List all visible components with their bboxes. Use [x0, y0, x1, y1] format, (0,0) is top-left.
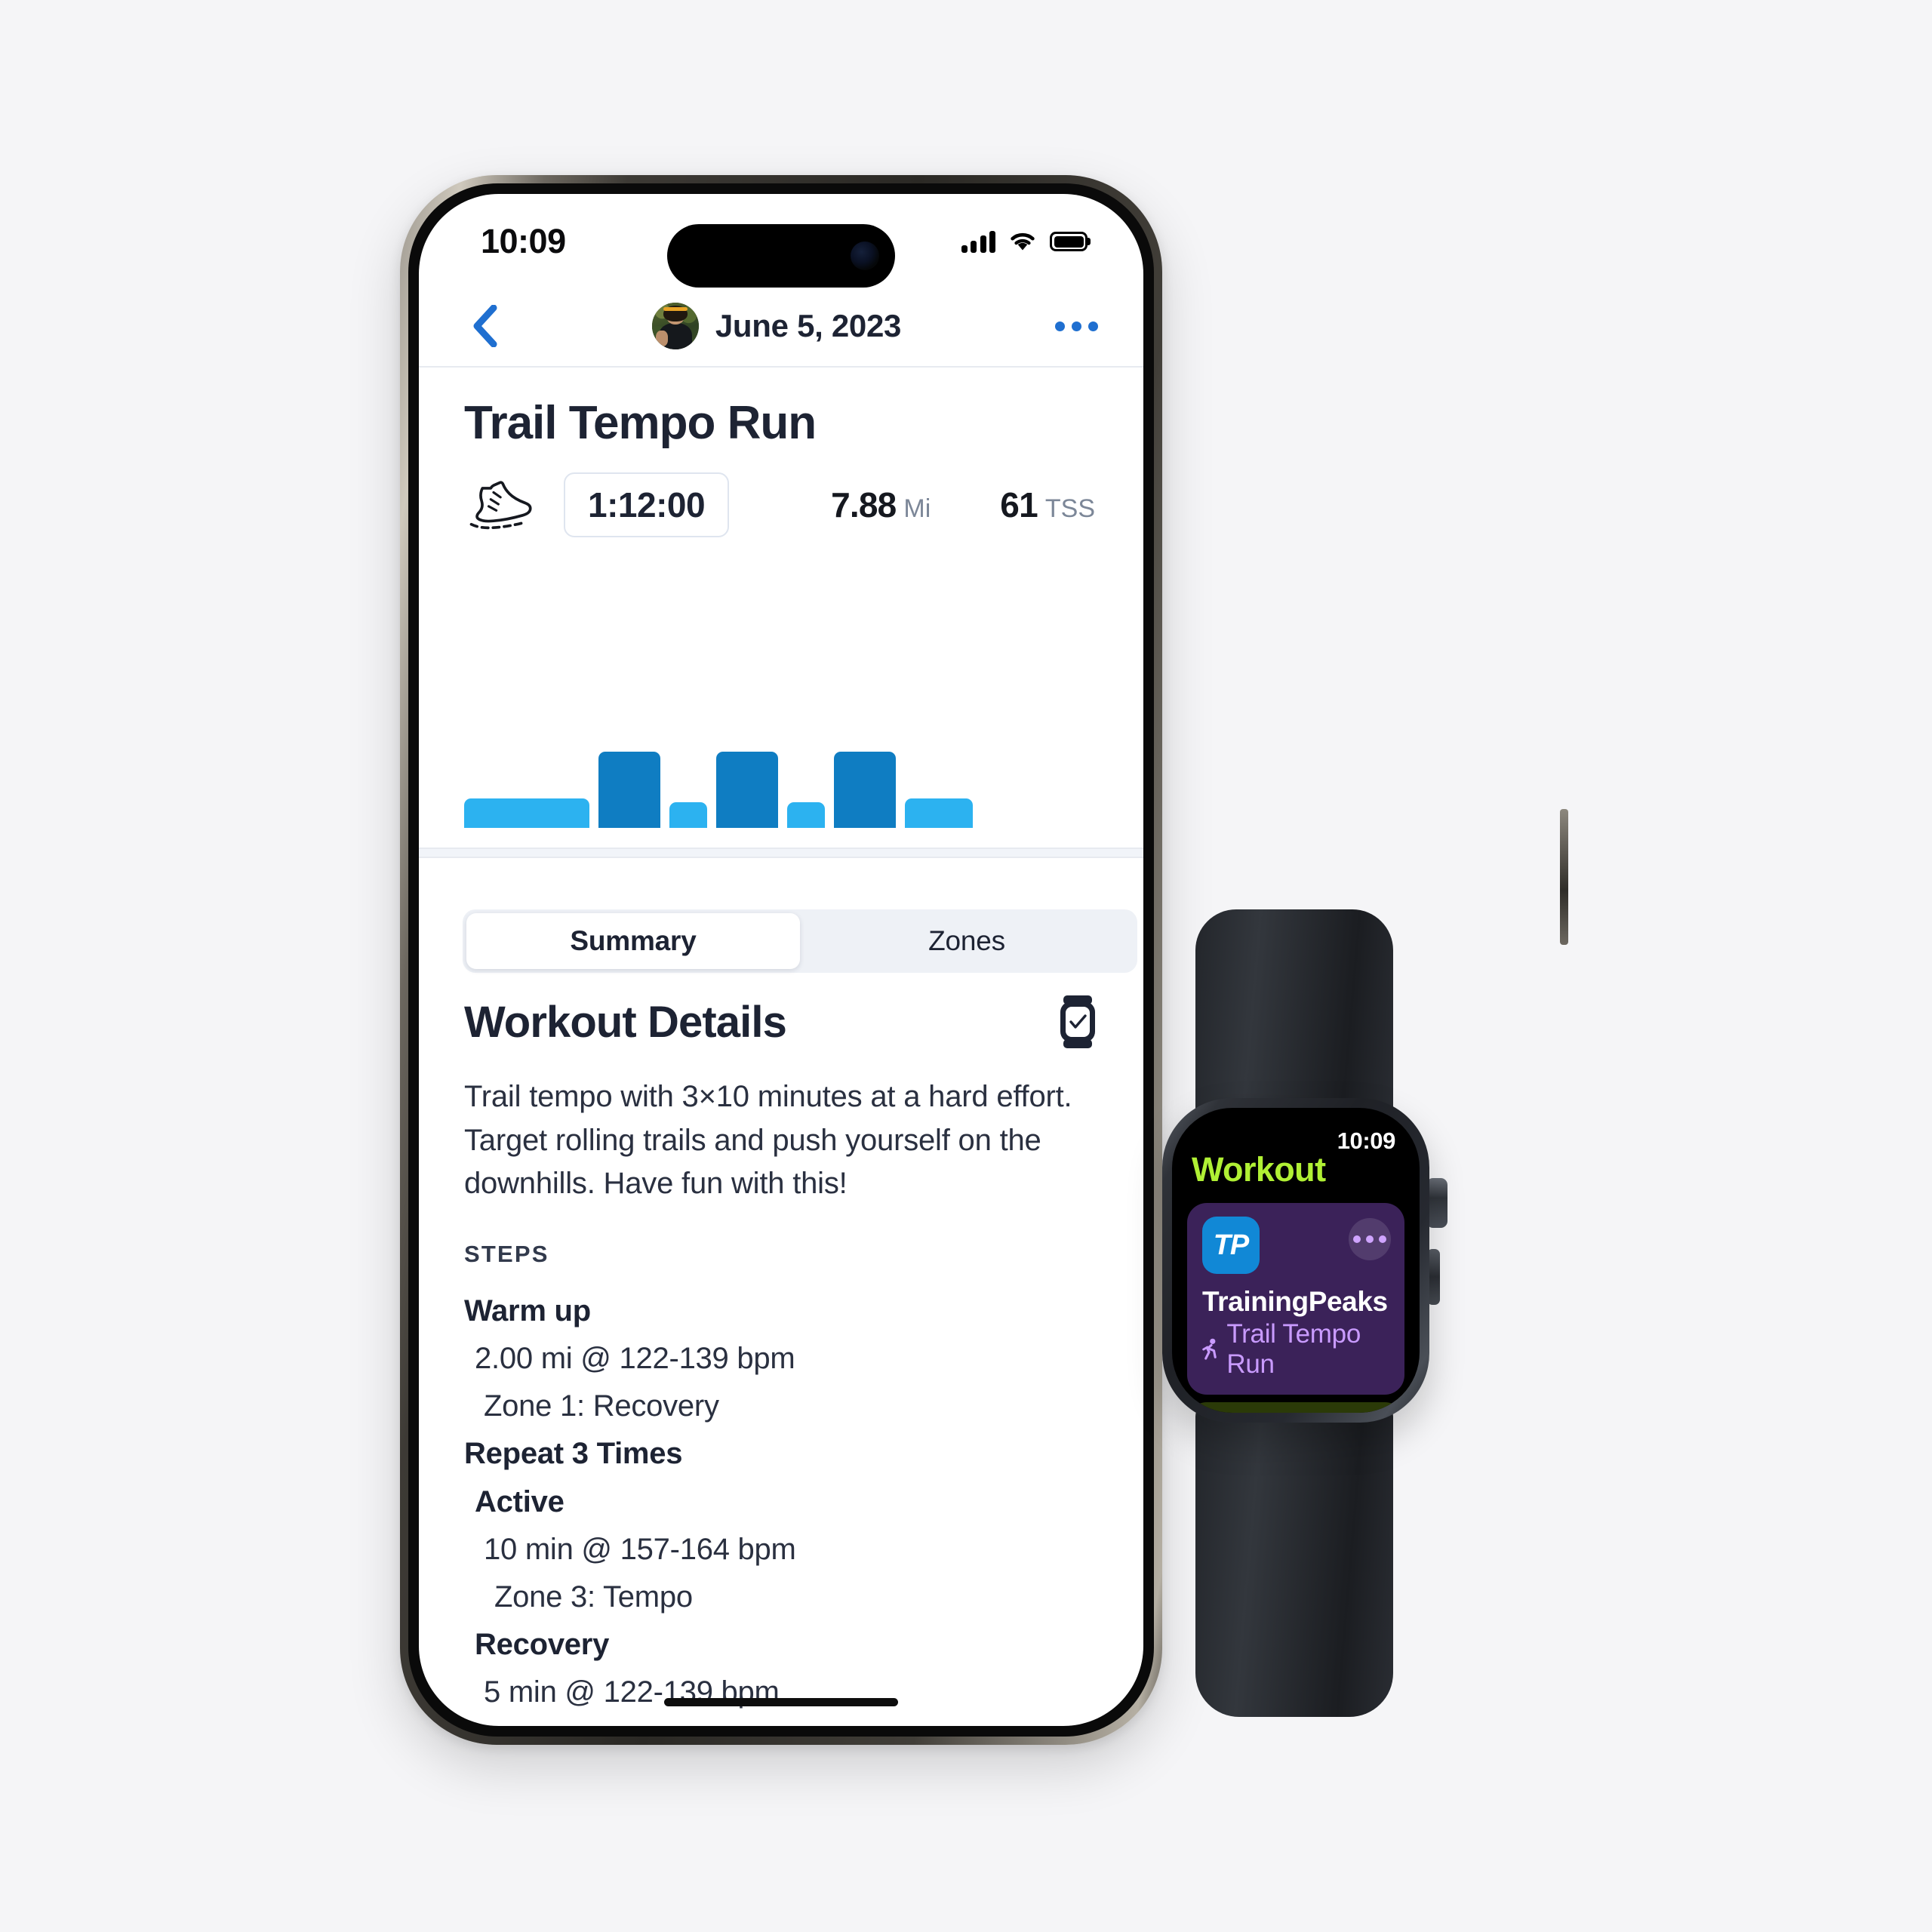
- distance-value: 7.88: [831, 485, 897, 525]
- section-divider: [419, 848, 1143, 858]
- navigation-bar: June 5, 2023: [419, 286, 1143, 368]
- chart-bar: [716, 752, 778, 828]
- home-indicator[interactable]: [664, 1698, 898, 1706]
- tss-value: 61: [1000, 485, 1038, 525]
- front-camera: [851, 242, 879, 270]
- watch-card-trainingpeaks[interactable]: TP TrainingPeaks Trail Tempo Run: [1187, 1203, 1404, 1395]
- tab-zones[interactable]: Zones: [800, 913, 1134, 969]
- chart-bar: [669, 802, 707, 828]
- power-button[interactable]: [1560, 809, 1568, 945]
- watch-case: 10:09 Workout TP TrainingPeaks Trail Tem…: [1162, 1098, 1429, 1423]
- workout-details-section: Workout Details Trail tempo with 3×10 mi…: [419, 995, 1143, 1726]
- watch-band-bottom: [1195, 1400, 1393, 1717]
- steps-list: Warm up 2.00 mi @ 122-139 bpm Zone 1: Reco…: [464, 1287, 1098, 1726]
- details-heading: Workout Details: [464, 997, 787, 1047]
- trainingpeaks-app-icon: TP: [1202, 1217, 1260, 1274]
- tp-logo-text: TP: [1213, 1229, 1250, 1261]
- steps-label: STEPS: [464, 1240, 549, 1267]
- running-shoe-icon: [469, 481, 532, 530]
- step-row: 10 min @ 157-164 bpm: [484, 1532, 796, 1566]
- chart-bar: [787, 802, 825, 828]
- chart-bar: [834, 752, 896, 828]
- watch-card-app-name: TrainingPeaks: [1202, 1286, 1388, 1317]
- status-icons: [961, 230, 1088, 253]
- watch-card-activity: Trail Tempo Run: [1226, 1319, 1361, 1379]
- more-options-icon[interactable]: [1349, 1218, 1391, 1260]
- step-row: Zone 1: Recovery: [484, 1389, 719, 1423]
- iphone-device: 10:09 June 5, 2023 Trail Tempo Run 1:12:…: [400, 175, 1568, 1745]
- watch-app-title: Workout: [1192, 1150, 1326, 1189]
- workout-header: Trail Tempo Run 1:12:00 7.88 Mi 61 TSS: [419, 368, 1143, 537]
- digital-crown[interactable]: [1423, 1178, 1447, 1228]
- screenshot-stage: 10:09 June 5, 2023 Trail Tempo Run 1:12:…: [0, 0, 1932, 1932]
- tab-bar: Summary Zones: [463, 909, 1137, 973]
- running-person-icon: [1202, 1338, 1217, 1360]
- details-header: Workout Details: [464, 995, 1098, 1048]
- details-description: Trail tempo with 3×10 minutes at a hard …: [464, 1080, 1072, 1201]
- nav-title-group: June 5, 2023: [505, 303, 1048, 349]
- workout-stats-row: 1:12:00 7.88 Mi 61 TSS: [464, 472, 1098, 537]
- watch-screen: 10:09 Workout TP TrainingPeaks Trail Tem…: [1172, 1108, 1420, 1413]
- workout-structure-chart: [464, 722, 1136, 828]
- watch-card-outdoor-cycle[interactable]: Outdoor Cycle: [1187, 1402, 1404, 1413]
- back-chevron-icon[interactable]: [464, 305, 505, 347]
- workout-title: Trail Tempo Run: [464, 397, 817, 449]
- distance-stat: 7.88 Mi: [831, 485, 931, 525]
- tab-summary[interactable]: Summary: [466, 913, 800, 969]
- tss-unit: TSS: [1044, 494, 1095, 523]
- step-row: Zone 1: Recovery: [464, 1716, 1098, 1726]
- apple-watch-check-icon[interactable]: [1057, 995, 1098, 1048]
- distance-unit: Mi: [903, 494, 931, 523]
- iphone-bezel: 10:09 June 5, 2023 Trail Tempo Run 1:12:…: [408, 183, 1154, 1737]
- more-options-icon[interactable]: [1048, 306, 1098, 346]
- step-row: 5 min @ 122-139 bpm: [484, 1675, 780, 1709]
- battery-icon: [1050, 232, 1088, 251]
- tss-stat: 61 TSS: [1000, 485, 1095, 525]
- status-time: 10:09: [481, 222, 566, 260]
- wifi-icon: [1011, 232, 1035, 251]
- chart-bar: [905, 798, 973, 828]
- step-row: Warm up: [464, 1294, 591, 1327]
- avatar[interactable]: [651, 303, 699, 349]
- watch-status-time: 10:09: [1337, 1128, 1396, 1154]
- duration-value: 1:12:00: [564, 472, 730, 537]
- step-row: Recovery: [475, 1628, 610, 1662]
- step-row: Repeat 3 Times: [464, 1437, 683, 1471]
- apple-watch-device: 10:09 Workout TP TrainingPeaks Trail Tem…: [1117, 909, 1555, 1717]
- watch-card-activity-row: Trail Tempo Run: [1202, 1319, 1389, 1380]
- step-row: Zone 3: Tempo: [494, 1580, 693, 1614]
- signal-bars-icon: [961, 230, 995, 253]
- step-row: Active: [475, 1484, 565, 1518]
- dynamic-island: [667, 224, 895, 288]
- iphone-screen: 10:09 June 5, 2023 Trail Tempo Run 1:12:…: [419, 194, 1143, 1726]
- step-row: 2.00 mi @ 122-139 bpm: [475, 1341, 795, 1375]
- page-title: June 5, 2023: [715, 308, 902, 343]
- chart-bar: [598, 752, 660, 828]
- chart-bar: [464, 798, 589, 828]
